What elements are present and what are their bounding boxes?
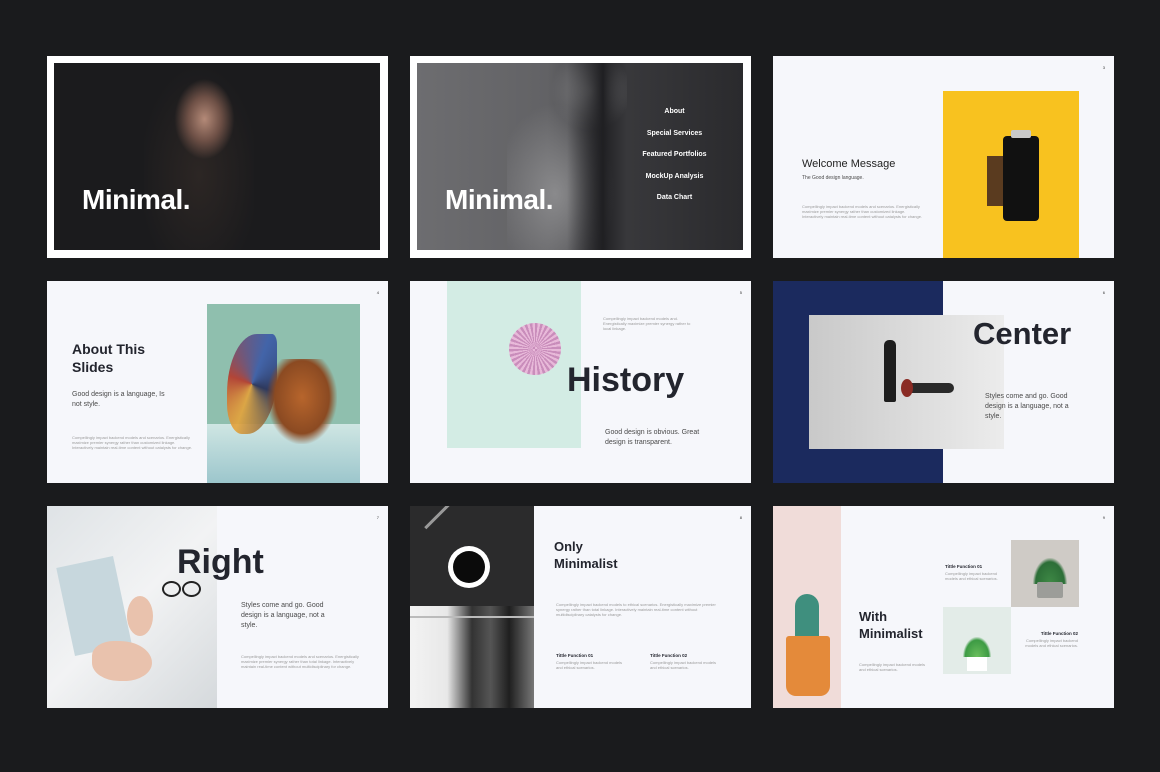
- agenda-menu: About Special Services Featured Portfoli…: [632, 108, 717, 216]
- page-number: 6: [1102, 290, 1105, 295]
- slide-2-thumbnail[interactable]: Minimal. About Special Services Featured…: [410, 56, 751, 258]
- slide-tagline: Styles come and go. Good design is a lan…: [985, 393, 1069, 420]
- woman-portrait-image: [144, 63, 254, 250]
- slide-4-thumbnail[interactable]: 4 About This Slides Good design is a lan…: [47, 281, 388, 483]
- slide-7-thumbnail[interactable]: 7 Right Styles come and go. Good design …: [47, 506, 388, 708]
- fox-figure: [267, 359, 337, 444]
- body-text: Compellingly impact backend models to et…: [556, 602, 716, 617]
- film-canister-image: [987, 130, 1039, 221]
- page-number: 8: [739, 515, 742, 520]
- body-text: Compellingly impact backend models and e…: [859, 662, 926, 672]
- slide-title: About This Slides: [72, 341, 146, 375]
- cactus-photo: [773, 506, 841, 708]
- slide-9-thumbnail[interactable]: 9 Tittle Function 01 Compellingly impact…: [773, 506, 1114, 708]
- film-roll-photo: [943, 91, 1079, 258]
- slide-3-thumbnail[interactable]: 3 Welcome Message The Good design langua…: [773, 56, 1114, 258]
- king-chess-piece: [884, 340, 896, 402]
- menu-item-mockup-analysis: MockUp Analysis: [645, 172, 704, 180]
- function-2-text: Compellingly impact backend models and e…: [1025, 638, 1078, 648]
- slide-tagline: Good design is obvious. Great design is …: [605, 429, 700, 446]
- menu-item-featured-portfolios: Featured Portfolios: [642, 151, 707, 158]
- flower-pot-image: [786, 636, 830, 696]
- body-text: Compellingly impact backend models and s…: [802, 204, 923, 219]
- function-1-title: Tittle Function 01: [556, 653, 594, 658]
- pink-flower-image: [509, 323, 561, 375]
- slide-title: Minimal.: [82, 184, 191, 215]
- slide-title: With Minimalist: [859, 609, 923, 641]
- menu-item-data-chart: Data Chart: [656, 194, 693, 201]
- pen-image: [424, 506, 452, 530]
- slide-title: Only Minimalist: [554, 539, 618, 571]
- slide-title: Welcome Message: [802, 158, 896, 170]
- slide-tagline: Good design is a language, Is not style.: [72, 391, 165, 408]
- clothes-rack-photo: [410, 606, 534, 708]
- slide-title: Center: [973, 316, 1072, 351]
- menu-item-about: About: [664, 108, 685, 115]
- hand-image: [92, 641, 152, 681]
- hair-shadow: [567, 63, 627, 250]
- slide-6-thumbnail[interactable]: 6 Center Styles come and go. Good design…: [773, 281, 1114, 483]
- plant-image: [963, 637, 991, 657]
- hanger-rail: [410, 616, 534, 618]
- page-number: 4: [376, 290, 379, 295]
- winged-fox-illustration: [207, 304, 360, 483]
- menu-item-special-services: Special Services: [646, 129, 703, 137]
- hand-image: [127, 596, 153, 636]
- plant-pot-image: [1037, 582, 1063, 598]
- agenda-photo-grey: Minimal. About Special Services Featured…: [417, 63, 743, 250]
- function-1-text: Compellingly impact backend models and e…: [945, 571, 998, 581]
- cover-photo-dark: Minimal.: [54, 63, 380, 250]
- function-2-title: Tittle Function 02: [650, 653, 688, 658]
- slide-title: Right: [177, 543, 264, 581]
- body-text: Compellingly impact backend models and. …: [603, 316, 691, 331]
- mint-background-panel: [447, 281, 581, 448]
- slide-5-thumbnail[interactable]: 5 Compellingly impact backend models and…: [410, 281, 751, 483]
- small-plant-photo: [943, 607, 1011, 674]
- function-2-text: Compellingly impact backend models and e…: [650, 660, 717, 670]
- page-number: 9: [1102, 515, 1105, 520]
- fallen-chess-piece: [901, 379, 954, 397]
- body-text: Compellingly impact backend models and s…: [241, 654, 359, 669]
- slide-subtitle: The Good design language.: [802, 175, 864, 181]
- eyeglasses-image: [162, 581, 202, 601]
- page-number: 7: [376, 515, 379, 520]
- function-1-title: Tittle Function 01: [945, 564, 983, 569]
- page-number: 3: [1102, 65, 1105, 70]
- function-2-title: Tittle Function 02: [1040, 631, 1078, 636]
- page-number: 5: [739, 290, 742, 295]
- body-text: Compellingly impact backend models and s…: [72, 435, 193, 450]
- function-1-text: Compellingly impact backend models and e…: [556, 660, 623, 670]
- slide-title: Minimal.: [445, 184, 554, 215]
- cup-image: [448, 546, 490, 588]
- cactus-image: [795, 594, 819, 640]
- slide-1-thumbnail[interactable]: Minimal.: [47, 56, 388, 258]
- coffee-cup-photo: [410, 506, 534, 606]
- slide-8-thumbnail[interactable]: 8 Only Minimalist Compellingly impact ba…: [410, 506, 751, 708]
- slide-tagline: Styles come and go. Good design is a lan…: [241, 602, 325, 629]
- marble-desk-photo: [47, 506, 217, 708]
- plant-pot-image: [967, 657, 987, 671]
- slide-title: History: [567, 361, 685, 399]
- succulent-photo: [1011, 540, 1079, 607]
- succulent-image: [1033, 558, 1067, 584]
